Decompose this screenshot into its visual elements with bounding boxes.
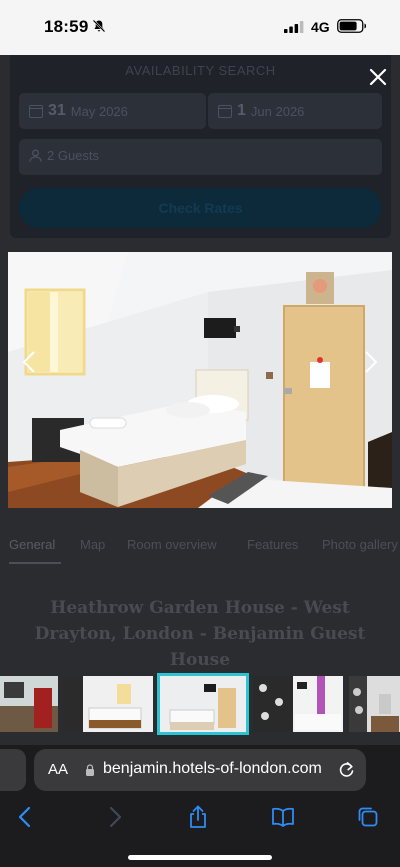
lock-icon (86, 764, 94, 776)
chevron-left-icon[interactable] (22, 350, 36, 374)
bookmarks-icon[interactable] (271, 805, 295, 829)
thumbnail-1[interactable] (0, 676, 58, 732)
bell-muted-icon (92, 19, 106, 33)
cellular-signal-icon (284, 21, 304, 33)
tab-room-overview[interactable]: Room overview (127, 537, 217, 552)
tab-photo-gallery[interactable]: Photo gallery (322, 537, 398, 552)
tab-map[interactable]: Map (80, 537, 105, 552)
active-tab-indicator (9, 562, 61, 564)
home-indicator (128, 855, 272, 860)
network-type: 4G (311, 19, 330, 35)
back-icon[interactable] (14, 805, 38, 829)
status-time: 18:59 (44, 17, 89, 36)
checkout-month: Jun 2026 (250, 103, 305, 119)
checkin-month: May 2026 (70, 103, 128, 119)
close-icon[interactable] (368, 67, 388, 87)
room-photo (8, 252, 392, 508)
checkin-day: 31 (48, 102, 66, 119)
tab-general[interactable]: General (9, 537, 55, 552)
hotel-title: Heathrow Garden House - West Drayton, Lo… (34, 598, 366, 670)
guests-value: 2 Guests (47, 148, 100, 163)
share-icon[interactable] (186, 805, 210, 829)
user-icon (29, 149, 42, 162)
room-photo-image (8, 252, 392, 508)
calendar-icon (218, 104, 232, 118)
address-bar[interactable]: AA benjamin.hotels-of-london.com (34, 749, 366, 791)
thumbnail-2[interactable] (63, 676, 153, 732)
thumbnail-5[interactable] (349, 676, 400, 732)
tab-features[interactable]: Features (247, 537, 298, 552)
url-text[interactable]: benjamin.hotels-of-london.com (103, 760, 322, 778)
checkin-date-field[interactable]: 31 May 2026 (19, 93, 206, 129)
status-bar: 18:59 4G (0, 0, 400, 55)
reader-settings-button[interactable]: AA (48, 761, 68, 778)
tabs-icon[interactable] (356, 805, 380, 829)
checkout-day: 1 (237, 102, 246, 119)
previous-tab-preview[interactable] (0, 749, 26, 791)
availability-search-panel: AVAILABILITY SEARCH 31 May 2026 1 Jun 20… (10, 55, 391, 238)
reload-icon[interactable] (338, 761, 355, 778)
availability-title: AVAILABILITY SEARCH (125, 63, 276, 78)
chevron-right-icon[interactable] (364, 350, 378, 374)
check-rates-button[interactable]: Check Rates (19, 188, 382, 228)
checkout-date-field[interactable]: 1 Jun 2026 (208, 93, 382, 129)
thumbnail-strip (0, 673, 400, 736)
thumbnail-4[interactable] (253, 676, 343, 732)
battery-icon (337, 19, 367, 33)
guests-field[interactable]: 2 Guests (19, 139, 382, 175)
browser-toolbar: AA benjamin.hotels-of-london.com (0, 745, 400, 867)
forward-icon[interactable] (102, 805, 126, 829)
section-tabs: General Map Room overview Features Photo… (0, 527, 400, 567)
calendar-icon (29, 104, 43, 118)
thumbnail-3-selected[interactable] (157, 673, 249, 735)
